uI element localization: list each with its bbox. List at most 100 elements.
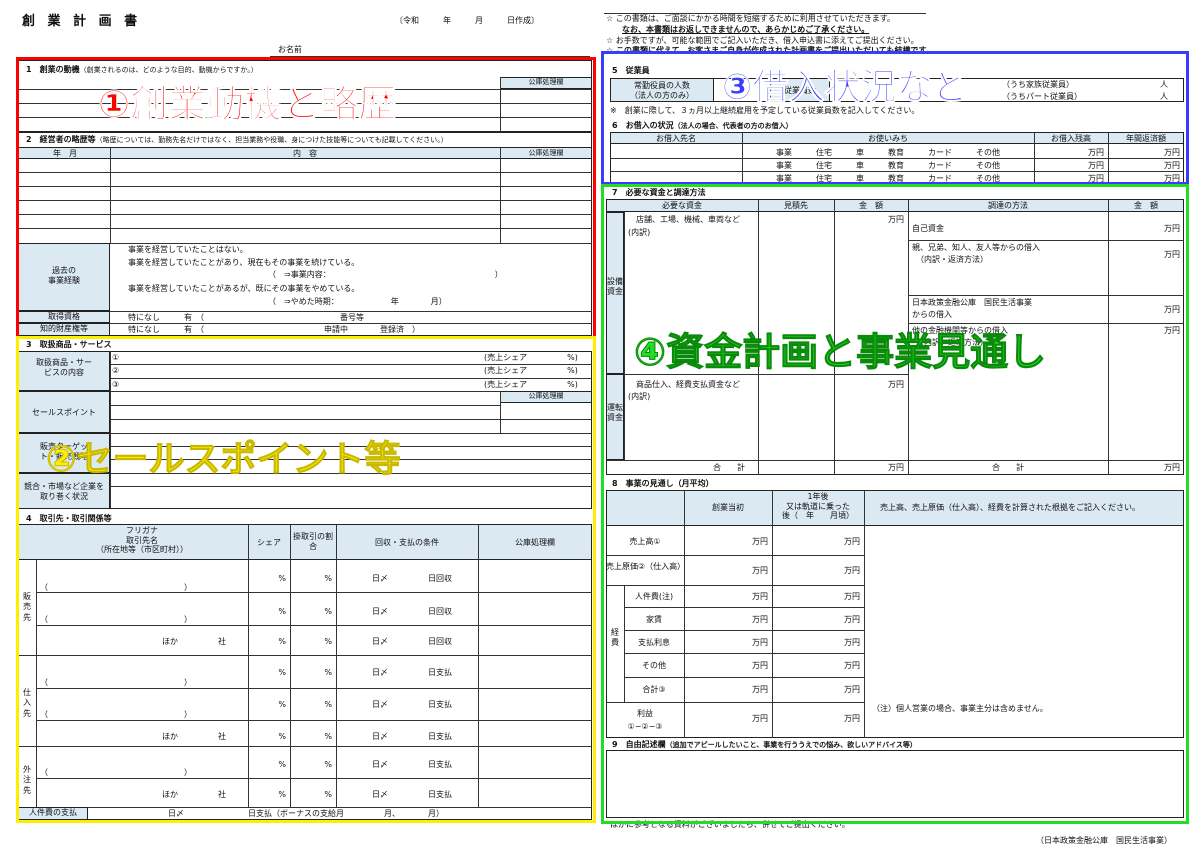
- group-sales: 販売先: [23, 592, 31, 622]
- self-funds-amount[interactable]: 万円: [1130, 224, 1180, 234]
- sales-row-2-ratio[interactable]: %: [312, 607, 332, 617]
- labor-start[interactable]: 万円: [720, 592, 768, 602]
- other-start[interactable]: 万円: [720, 661, 768, 671]
- need-total-label: 合 計: [713, 463, 745, 472]
- profit-start[interactable]: 万円: [720, 714, 768, 724]
- supply-row-2-share[interactable]: %: [270, 700, 286, 710]
- supply-row-1-paren[interactable]: （ ）: [40, 678, 192, 688]
- section-7-title: 7 必要な資金と調達方法: [612, 188, 706, 197]
- sales-row-2-terms[interactable]: 日〆 日回収: [372, 607, 452, 617]
- form-title: 創 業 計 画 書: [22, 14, 142, 29]
- rent-start[interactable]: 万円: [720, 615, 768, 625]
- note-line-3: ☆ お手数ですが、可能な範囲でご記入いただき、借入申込書に添えてご提出ください。: [606, 36, 919, 45]
- outsource-others[interactable]: ほか 社: [162, 790, 226, 800]
- col-need: 必要な資金: [662, 201, 702, 210]
- outsource-others-terms[interactable]: 日〆 日支払: [372, 790, 452, 800]
- product-item-1[interactable]: ①: [112, 353, 119, 363]
- outsource-row-1-share[interactable]: %: [270, 760, 286, 770]
- outsource-others-ratio[interactable]: %: [312, 790, 332, 800]
- cost-after[interactable]: 万円: [812, 566, 860, 576]
- exp-option-3[interactable]: 事業を経営していたことがあるが、既にその事業をやめている。: [128, 284, 359, 294]
- loan-2-repay[interactable]: 万円: [1130, 161, 1180, 171]
- product-item-3[interactable]: ③: [112, 380, 119, 390]
- section-9-footer: ほかに参考となる資料がございましたら、併せてご提出ください。: [610, 820, 850, 829]
- sales-others-share[interactable]: %: [270, 637, 286, 647]
- profit-after[interactable]: 万円: [812, 714, 860, 724]
- col-kana: フリガナ 取引先名 （所在地等（市区町村））: [96, 526, 188, 555]
- labor-note: （注）個人営業の場合、事業主分は含めません。: [872, 704, 1048, 713]
- col-estimate: 見積先: [784, 201, 808, 210]
- subtotal-start[interactable]: 万円: [720, 685, 768, 695]
- supply-row-2-ratio[interactable]: %: [312, 700, 332, 710]
- other-bank-loan-amount[interactable]: 万円: [1130, 326, 1180, 336]
- supply-row-1-ratio[interactable]: %: [312, 668, 332, 678]
- equip-text[interactable]: 店舗、工場、機械、車両など: [636, 215, 740, 225]
- outsource-others-share[interactable]: %: [270, 790, 286, 800]
- section-5-title: 5 従業員: [612, 66, 650, 75]
- loan-2-use[interactable]: 事業 住宅 車 教育 カード その他: [776, 161, 1000, 171]
- date-label: 〔令和 年 月 日作成〕: [395, 16, 539, 25]
- need-total-amount[interactable]: 万円: [856, 463, 904, 473]
- supply-others-share[interactable]: %: [270, 732, 286, 742]
- interest-start[interactable]: 万円: [720, 638, 768, 648]
- sales-others-ratio[interactable]: %: [312, 637, 332, 647]
- family-loan[interactable]: 親、兄弟、知人、友人等からの借入: [912, 243, 1040, 253]
- supply-row-1-share[interactable]: %: [270, 668, 286, 678]
- supply-row-2-terms[interactable]: 日〆 日支払: [372, 700, 452, 710]
- loan-3-balance[interactable]: 万円: [1060, 174, 1104, 184]
- equip-amount[interactable]: 万円: [856, 215, 904, 225]
- sales-row-1-terms[interactable]: 日〆 日回収: [372, 574, 452, 584]
- expense-label: 経費: [611, 628, 619, 647]
- sales-after[interactable]: 万円: [812, 537, 860, 547]
- free-text-area[interactable]: [606, 750, 1184, 818]
- loan-3-repay[interactable]: 万円: [1130, 174, 1180, 184]
- family-loan-amount[interactable]: 万円: [1130, 250, 1180, 260]
- sales-others[interactable]: ほか 社: [162, 637, 226, 647]
- sales-others-terms[interactable]: 日〆 日回収: [372, 637, 452, 647]
- supply-others[interactable]: ほか 社: [162, 732, 226, 742]
- labor-after[interactable]: 万円: [812, 592, 860, 602]
- jfc-loan-sub: からの借入: [912, 310, 952, 319]
- product-item-2[interactable]: ②: [112, 366, 119, 376]
- outsource-row-1-terms[interactable]: 日〆 日支払: [372, 760, 452, 770]
- sales-row-1-ratio[interactable]: %: [312, 574, 332, 584]
- col-content: 内 容: [293, 149, 317, 158]
- loan-1-repay[interactable]: 万円: [1130, 148, 1180, 158]
- exp-option-1[interactable]: 事業を経営していたことはない。: [128, 245, 248, 255]
- loan-3-use[interactable]: 事業 住宅 車 教育 カード その他: [776, 174, 1000, 184]
- sales-row-2-paren[interactable]: （ ）: [40, 615, 192, 625]
- sales-start[interactable]: 万円: [720, 537, 768, 547]
- outsource-row-1-ratio[interactable]: %: [312, 760, 332, 770]
- loan-2-balance[interactable]: 万円: [1060, 161, 1104, 171]
- other-after[interactable]: 万円: [812, 661, 860, 671]
- col-office-4: 公庫処理欄: [515, 538, 555, 547]
- ip-value[interactable]: 特になし 有 （ 申請中 登録済 ）: [128, 325, 420, 335]
- supply-row-1-terms[interactable]: 日〆 日支払: [372, 668, 452, 678]
- interest-after[interactable]: 万円: [812, 638, 860, 648]
- source-total-label: 合 計: [992, 463, 1024, 472]
- payroll-value[interactable]: 日〆 日支払（ボーナスの支給月 月、 月）: [168, 809, 444, 819]
- sales-row-1-paren[interactable]: （ ）: [40, 583, 192, 593]
- supply-others-terms[interactable]: 日〆 日支払: [372, 732, 452, 742]
- outsource-row-1-paren[interactable]: （ ）: [40, 768, 192, 778]
- loan-1-use[interactable]: 事業 住宅 車 教育 カード その他: [776, 148, 1000, 158]
- notes-underline: [604, 13, 926, 14]
- sales-row-2-share[interactable]: %: [270, 607, 286, 617]
- rent-after[interactable]: 万円: [812, 615, 860, 625]
- self-funds[interactable]: 自己資金: [912, 224, 944, 234]
- supply-others-ratio[interactable]: %: [312, 732, 332, 742]
- cost-start[interactable]: 万円: [720, 566, 768, 576]
- supply-row-2-paren[interactable]: （ ）: [40, 710, 192, 720]
- subtotal-after[interactable]: 万円: [812, 685, 860, 695]
- op-amount[interactable]: 万円: [856, 380, 904, 390]
- jfc-loan[interactable]: 日本政策金融公庫 国民生活事業: [912, 298, 1032, 308]
- product-share-2: (売上シェア %): [484, 366, 578, 375]
- exp-option-2[interactable]: 事業を経営していたことがあり、現在もその事業を続けている。: [128, 258, 359, 268]
- jfc-loan-amount[interactable]: 万円: [1130, 305, 1180, 315]
- product-share-3: (売上シェア %): [484, 380, 578, 389]
- qualification-value[interactable]: 特になし 有 （ 番号等: [128, 313, 364, 323]
- op-text[interactable]: 商品仕入、経費支払資金など: [636, 380, 740, 390]
- sales-row-1-share[interactable]: %: [270, 574, 286, 584]
- source-total-amount[interactable]: 万円: [1130, 463, 1180, 473]
- loan-1-balance[interactable]: 万円: [1060, 148, 1104, 158]
